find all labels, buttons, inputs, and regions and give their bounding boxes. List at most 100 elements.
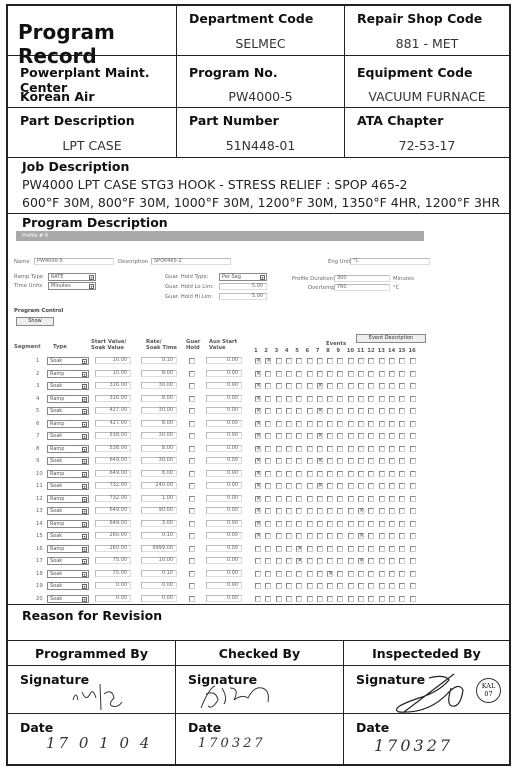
event-checkbox-4[interactable] [285, 433, 292, 439]
event-checkbox-14[interactable] [388, 408, 395, 414]
event-checkbox-13[interactable] [378, 445, 385, 452]
event-checkbox-14[interactable] [388, 458, 395, 464]
event-checkbox-16[interactable] [409, 495, 416, 502]
event-checkbox-16[interactable] [409, 483, 416, 489]
event-checkbox-9[interactable] [337, 470, 344, 477]
event-checkbox-5[interactable] [296, 508, 303, 514]
event-checkbox-14[interactable] [388, 583, 395, 589]
event-checkbox-14[interactable] [388, 533, 395, 539]
event-checkbox-3[interactable] [275, 545, 282, 552]
rate-input[interactable]: 8.00 [141, 369, 177, 377]
aux-start-input[interactable]: 0.00 [206, 432, 242, 439]
event-checkbox-2[interactable] [265, 520, 272, 527]
event-checkbox-10[interactable] [347, 470, 354, 477]
aux-start-input[interactable]: 0.00 [206, 419, 242, 427]
event-checkbox-12[interactable] [368, 395, 375, 402]
segment-type-select[interactable]: Ramp ▾ [47, 444, 89, 453]
rate-input[interactable]: 0.00 [141, 582, 177, 589]
start-value-input[interactable]: 75.00 [95, 557, 131, 564]
segment-type-select[interactable]: Ramp ▾ [47, 544, 89, 553]
event-checkbox-8[interactable] [327, 395, 334, 402]
event-checkbox-11[interactable] [358, 433, 364, 439]
event-checkbox-16[interactable] [409, 445, 416, 452]
aux-start-input[interactable]: 0.00 [206, 469, 242, 477]
aux-start-input[interactable]: 0.00 [206, 557, 242, 564]
start-value-input[interactable]: 427.00 [95, 419, 131, 427]
aux-start-input[interactable]: 0.00 [206, 532, 242, 539]
event-checkbox-3[interactable] [275, 395, 282, 402]
event-checkbox-2[interactable] [265, 433, 272, 439]
event-checkbox-2[interactable] [265, 570, 272, 577]
event-checkbox-10[interactable] [347, 395, 354, 402]
event-checkbox-3[interactable] [275, 533, 282, 539]
event-checkbox-5[interactable] [296, 533, 303, 539]
event-checkbox-2[interactable] [265, 370, 272, 377]
event-checkbox-7[interactable]: × [316, 483, 323, 489]
event-checkbox-14[interactable] [388, 395, 395, 402]
event-checkbox-14[interactable] [388, 383, 395, 389]
event-checkbox-11[interactable] [358, 520, 364, 527]
event-checkbox-8[interactable] [327, 483, 334, 489]
event-checkbox-13[interactable] [378, 495, 385, 502]
event-checkbox-13[interactable] [378, 420, 385, 427]
event-checkbox-9[interactable] [337, 383, 344, 389]
event-checkbox-3[interactable] [275, 583, 282, 589]
time-units-select[interactable]: Minutes ▾ [48, 282, 96, 290]
event-checkbox-12[interactable] [368, 408, 375, 414]
guar-hold-lo-input[interactable]: 5.00 [219, 283, 267, 290]
event-checkbox-8[interactable] [327, 458, 334, 464]
aux-start-input[interactable]: 0.00 [206, 382, 242, 389]
segment-type-select[interactable]: Ramp ▾ [47, 494, 89, 503]
rate-input[interactable]: 0.10 [141, 569, 177, 577]
event-checkbox-7[interactable] [316, 470, 323, 477]
aux-start-input[interactable]: 0.00 [206, 444, 242, 452]
event-checkbox-4[interactable] [285, 458, 292, 464]
start-value-input[interactable]: 427.00 [95, 407, 131, 414]
guar-hold-checkbox[interactable] [189, 483, 195, 489]
event-checkbox-9[interactable] [337, 533, 344, 539]
event-checkbox-6[interactable] [306, 495, 313, 502]
event-checkbox-3[interactable] [275, 433, 282, 439]
guar-hold-checkbox[interactable] [189, 520, 195, 527]
event-checkbox-14[interactable] [388, 445, 395, 452]
segment-type-select[interactable]: Soak ▾ [47, 532, 89, 540]
guar-hold-hi-input[interactable]: 5.00 [219, 293, 267, 300]
event-checkbox-15[interactable] [399, 370, 406, 377]
event-checkbox-13[interactable] [378, 520, 385, 527]
event-checkbox-1[interactable]: × [255, 433, 261, 439]
event-checkbox-15[interactable] [399, 470, 406, 477]
segment-type-select[interactable]: Ramp ▾ [47, 519, 89, 528]
start-value-input[interactable]: 10.00 [95, 369, 131, 377]
event-checkbox-10[interactable] [347, 408, 354, 414]
event-checkbox-5[interactable] [296, 358, 303, 364]
event-checkbox-3[interactable] [275, 383, 282, 389]
event-checkbox-8[interactable] [327, 508, 334, 514]
event-description-button[interactable]: Event Description [356, 334, 426, 343]
event-checkbox-1[interactable]: × [255, 495, 261, 502]
event-checkbox-10[interactable] [347, 458, 354, 464]
event-checkbox-13[interactable] [378, 408, 385, 414]
event-checkbox-14[interactable] [388, 495, 395, 502]
event-checkbox-11[interactable] [358, 458, 364, 464]
aux-start-input[interactable]: 0.00 [206, 407, 242, 414]
event-checkbox-15[interactable] [399, 395, 406, 402]
guar-hold-checkbox[interactable] [189, 570, 195, 577]
eng-units-input[interactable]: °C [350, 258, 430, 265]
event-checkbox-12[interactable] [368, 483, 375, 489]
event-checkbox-15[interactable] [399, 433, 406, 439]
event-checkbox-16[interactable] [409, 383, 416, 389]
event-checkbox-14[interactable] [388, 470, 395, 477]
event-checkbox-5[interactable] [296, 583, 303, 589]
guar-hold-checkbox[interactable] [189, 458, 195, 464]
event-checkbox-1[interactable]: × [255, 483, 261, 489]
event-checkbox-2[interactable] [265, 495, 272, 502]
event-checkbox-7[interactable] [316, 445, 323, 452]
rate-input[interactable]: 3.00 [141, 519, 177, 527]
event-checkbox-16[interactable] [409, 545, 416, 552]
start-value-input[interactable]: 649.00 [95, 519, 131, 527]
event-checkbox-4[interactable] [285, 558, 292, 564]
event-checkbox-5[interactable] [296, 383, 303, 389]
segment-type-select[interactable]: Soak ▾ [47, 594, 89, 603]
event-checkbox-1[interactable]: × [255, 445, 261, 452]
rate-input[interactable]: 8.00 [141, 444, 177, 452]
